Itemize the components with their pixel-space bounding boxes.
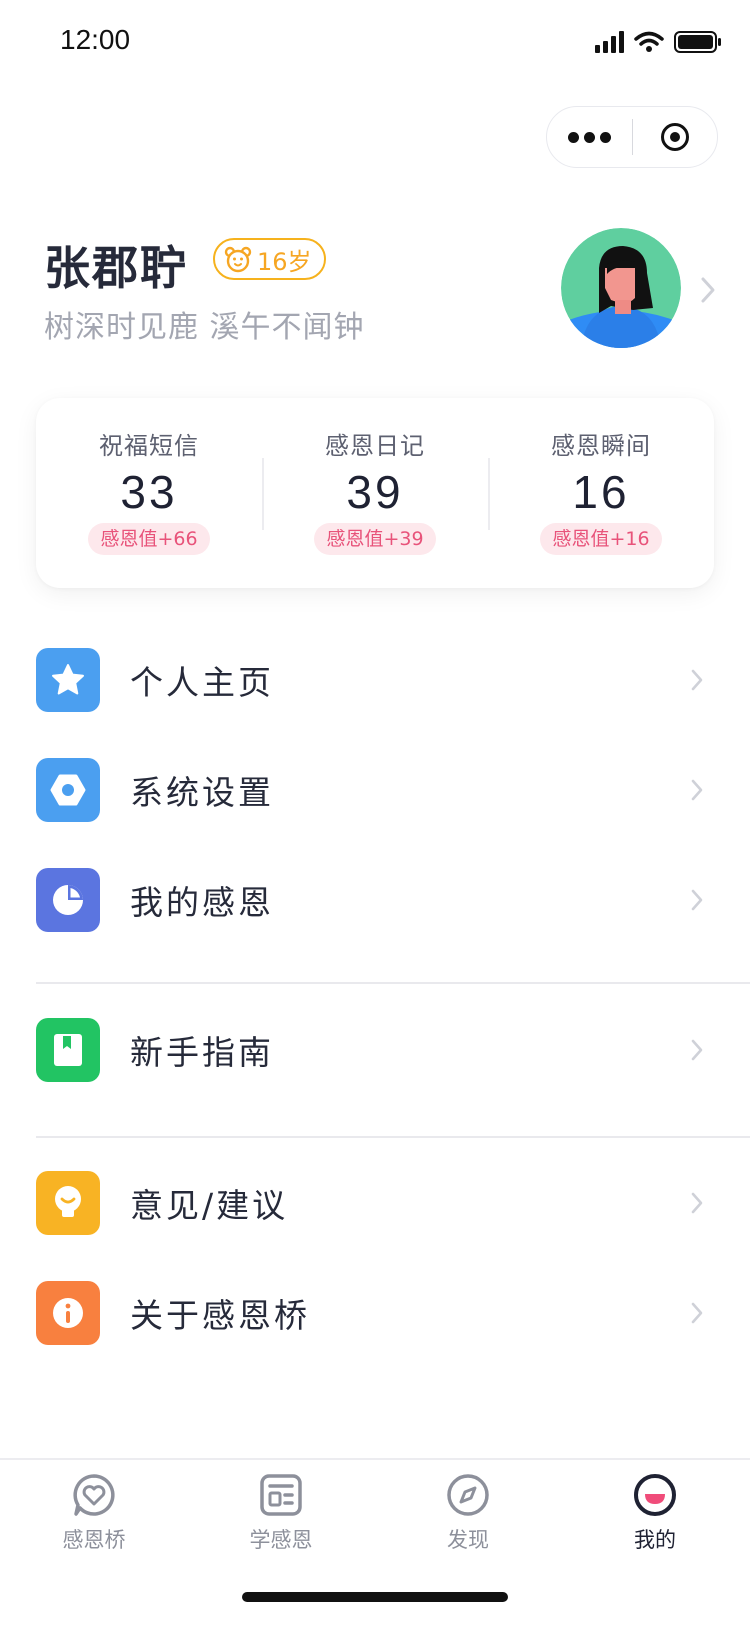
stat-label: 祝福短信 <box>99 432 199 460</box>
age-text: 16岁 <box>257 247 312 276</box>
menu-item-system-settings[interactable]: 系统设置 <box>36 735 750 845</box>
bear-icon <box>224 246 252 273</box>
stats-card: 祝福短信 33 感恩值+66 感恩日记 39 感恩值+39 感恩瞬间 16 感恩… <box>36 398 714 588</box>
home-indicator <box>242 1592 508 1602</box>
tab-label: 感恩桥 <box>62 1528 126 1552</box>
menu-item-my-gratitude[interactable]: 我的感恩 <box>36 845 750 955</box>
chevron-right-icon <box>691 889 703 911</box>
menu-label: 新手指南 <box>130 1033 274 1072</box>
stat-value: 39 <box>346 466 404 518</box>
star-icon <box>36 648 100 712</box>
stat-badge: 感恩值+66 <box>88 523 210 555</box>
divider <box>36 1136 750 1138</box>
menu-label: 个人主页 <box>130 663 274 702</box>
chevron-right-icon <box>691 669 703 691</box>
target-icon <box>660 123 689 151</box>
menu-label: 关于感恩桥 <box>130 1296 310 1335</box>
stat-gratitude-diary[interactable]: 感恩日记 39 感恩值+39 <box>262 398 488 588</box>
pie-chart-icon <box>36 868 100 932</box>
book-icon <box>36 1018 100 1082</box>
wifi-icon <box>634 31 664 52</box>
tab-label: 我的 <box>634 1528 676 1552</box>
hexagon-settings-icon <box>36 758 100 822</box>
menu-label: 系统设置 <box>130 773 274 812</box>
tab-label: 发现 <box>447 1528 489 1552</box>
avatar[interactable] <box>561 228 681 348</box>
smile-icon <box>634 1474 676 1516</box>
menu-item-feedback[interactable]: 意见/建议 <box>36 1148 750 1258</box>
tab-mine[interactable]: 我的 <box>580 1472 730 1554</box>
status-icons <box>595 30 722 54</box>
user-name: 张郡聍 <box>44 241 188 295</box>
stat-label: 感恩日记 <box>325 432 425 460</box>
heart-chat-icon <box>73 1474 115 1516</box>
tab-gratitude-bridge[interactable]: 感恩桥 <box>19 1472 169 1554</box>
tab-discover[interactable]: 发现 <box>393 1472 543 1554</box>
lightbulb-icon <box>36 1171 100 1235</box>
divider <box>36 982 750 984</box>
stat-badge: 感恩值+39 <box>314 523 436 555</box>
layout-icon <box>260 1474 302 1516</box>
stat-gratitude-moments[interactable]: 感恩瞬间 16 感恩值+16 <box>488 398 714 588</box>
miniprogram-capsule <box>546 106 718 168</box>
close-miniprogram-button[interactable] <box>633 107 718 167</box>
age-badge: 16岁 <box>213 238 326 280</box>
tab-label: 学感恩 <box>249 1528 313 1552</box>
menu-item-about[interactable]: 关于感恩桥 <box>36 1258 750 1368</box>
tab-learn-gratitude[interactable]: 学感恩 <box>206 1472 356 1554</box>
battery-icon <box>674 31 721 53</box>
signal-icon <box>595 31 624 53</box>
profile-chevron-icon[interactable] <box>700 276 716 304</box>
status-time: 12:00 <box>60 24 131 55</box>
stat-badge: 感恩值+16 <box>540 523 662 555</box>
menu-item-personal-homepage[interactable]: 个人主页 <box>36 625 750 735</box>
stat-value: 33 <box>120 466 178 518</box>
stat-label: 感恩瞬间 <box>551 432 651 460</box>
stat-value: 16 <box>572 466 630 518</box>
menu-item-beginner-guide[interactable]: 新手指南 <box>36 995 750 1105</box>
menu-label: 意见/建议 <box>130 1186 289 1225</box>
avatar-illustration <box>561 228 681 348</box>
chevron-right-icon <box>691 1302 703 1324</box>
info-icon <box>36 1281 100 1345</box>
compass-icon <box>447 1474 489 1516</box>
user-bio: 树深时见鹿 溪午不闻钟 <box>44 310 365 345</box>
chevron-right-icon <box>691 779 703 801</box>
more-button[interactable] <box>547 107 632 167</box>
more-dots-icon <box>567 131 611 143</box>
menu-label: 我的感恩 <box>130 883 274 922</box>
chevron-right-icon <box>691 1039 703 1061</box>
chevron-right-icon <box>691 1192 703 1214</box>
stat-greeting-sms[interactable]: 祝福短信 33 感恩值+66 <box>36 398 262 588</box>
